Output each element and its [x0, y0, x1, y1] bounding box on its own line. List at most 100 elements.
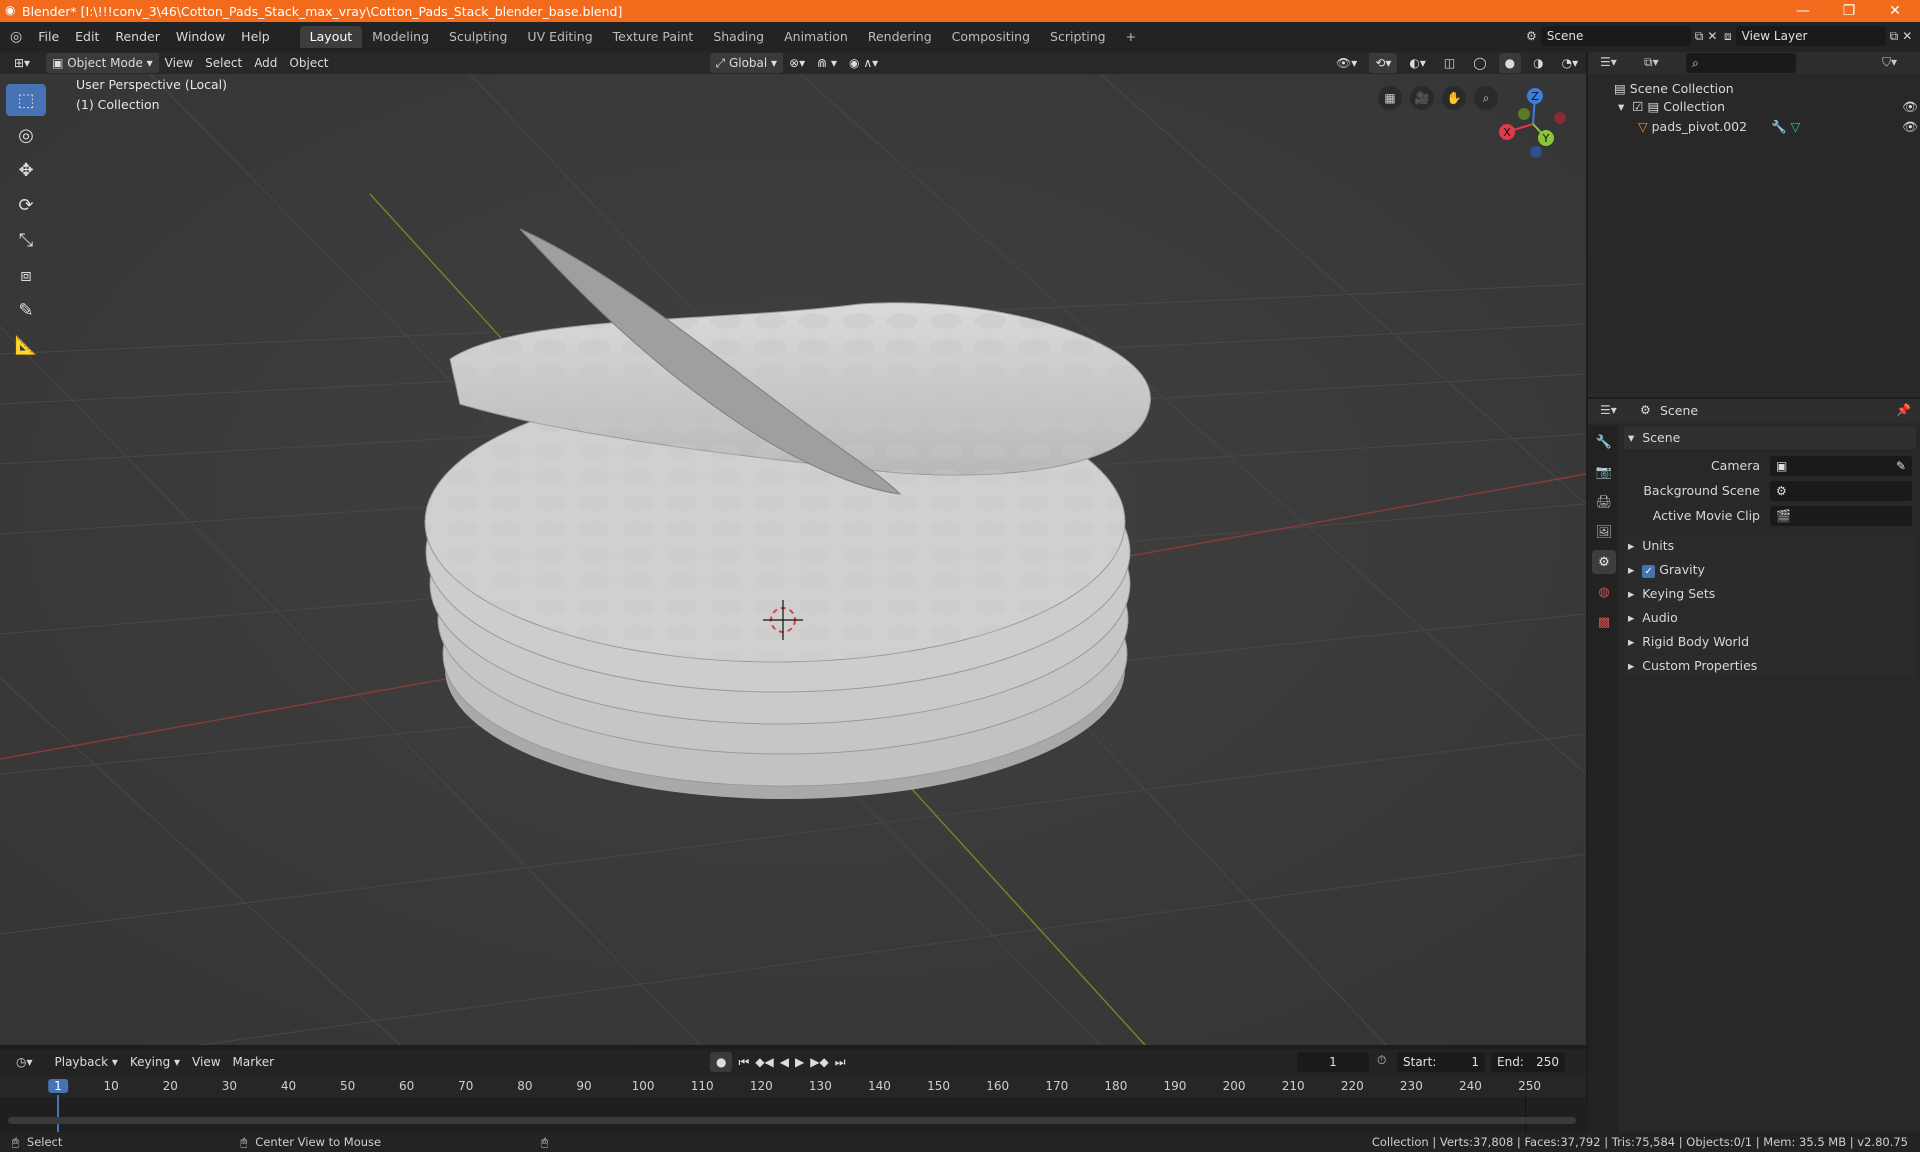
timeline-editor-type-icon[interactable]: ◷▾: [10, 1052, 39, 1072]
pivot-icon[interactable]: ⊗▾: [783, 53, 811, 73]
start-frame-field[interactable]: Start: 1: [1397, 1052, 1485, 1072]
camera-view-icon[interactable]: 🎥: [1410, 86, 1434, 110]
proportional-icon[interactable]: ◉ ∧▾: [843, 53, 884, 73]
playhead[interactable]: [57, 1095, 59, 1133]
filter-icon[interactable]: ⛉▾: [1882, 55, 1897, 70]
xray-icon[interactable]: ◫: [1438, 53, 1461, 73]
object-visibility-eye-icon[interactable]: 👁: [1902, 116, 1918, 138]
outliner-collection-row[interactable]: ▾ ☑ ▤ Collection 👁: [1618, 96, 1918, 118]
record-icon[interactable]: ●: [710, 1052, 733, 1072]
viewlayer-field[interactable]: View Layer: [1735, 26, 1886, 46]
visibility-eye-icon[interactable]: 👁: [1902, 96, 1918, 118]
jump-start-icon[interactable]: ⏮: [738, 1055, 749, 1070]
outliner-editor-type-icon[interactable]: ☰▾: [1600, 55, 1617, 69]
tab-layout[interactable]: Layout: [299, 26, 363, 48]
eyedropper-icon[interactable]: ✎: [1896, 456, 1906, 476]
tab-texture-paint[interactable]: Texture Paint: [603, 26, 704, 48]
units-panel[interactable]: ▸ Units: [1624, 535, 1916, 557]
end-frame-field[interactable]: End: 250: [1491, 1052, 1565, 1072]
select-box-tool-icon[interactable]: ⬚: [6, 84, 46, 116]
tab-animation[interactable]: Animation: [774, 26, 858, 48]
background-scene-field[interactable]: ⚙: [1770, 481, 1912, 501]
minimize-button[interactable]: —: [1780, 0, 1826, 22]
orientation-dropdown[interactable]: ⤢ Global ▾: [709, 53, 784, 73]
play-icon[interactable]: ▶: [795, 1055, 804, 1069]
scene-selector-icon[interactable]: ⚙: [1526, 29, 1537, 43]
menu-view[interactable]: View: [159, 53, 199, 73]
next-keyframe-icon[interactable]: ▶◆: [810, 1055, 828, 1069]
menu-render[interactable]: Render: [107, 26, 168, 48]
viewlayer-selector-icon[interactable]: ⧈: [1724, 29, 1732, 44]
tab-shading[interactable]: Shading: [703, 26, 774, 48]
toggle-grid-icon[interactable]: ▦: [1378, 86, 1402, 110]
jump-end-icon[interactable]: ⏭: [835, 1055, 846, 1070]
menu-add[interactable]: Add: [248, 53, 283, 73]
marker-menu[interactable]: Marker: [227, 1052, 280, 1072]
pin-icon[interactable]: 📌: [1896, 403, 1911, 417]
timeline-view-menu[interactable]: View: [186, 1052, 226, 1072]
delete-scene-icon[interactable]: ✕: [1707, 29, 1717, 43]
properties-editor-type-icon[interactable]: ☰▾: [1600, 403, 1617, 417]
gravity-panel[interactable]: ▸ ✓ Gravity: [1624, 559, 1916, 581]
cursor-tool-icon[interactable]: ◎: [6, 119, 46, 151]
prev-keyframe-icon[interactable]: ◆◀: [755, 1055, 773, 1069]
active-movie-clip-field[interactable]: 🎬: [1770, 506, 1912, 526]
3d-viewport[interactable]: User Perspective (Local) (1) Collection …: [0, 74, 1586, 1045]
tab-sculpting[interactable]: Sculpting: [439, 26, 517, 48]
current-frame-field[interactable]: 1: [1297, 1052, 1369, 1072]
tool-props-icon[interactable]: 🔧: [1592, 430, 1616, 454]
material-shading-icon[interactable]: ◑: [1527, 53, 1549, 73]
blender-menu-icon[interactable]: ◎: [10, 29, 22, 45]
menu-help[interactable]: Help: [233, 26, 278, 48]
navigation-gizmo[interactable]: Z X Y: [1490, 84, 1570, 164]
rendered-shading-icon[interactable]: ◔▾: [1556, 53, 1585, 73]
custom-properties-panel[interactable]: ▸ Custom Properties: [1624, 655, 1916, 677]
snap-icon[interactable]: ⋒ ▾: [811, 53, 843, 73]
tab-uv-editing[interactable]: UV Editing: [517, 26, 602, 48]
annotate-tool-icon[interactable]: ✎: [6, 294, 46, 326]
menu-select[interactable]: Select: [199, 53, 248, 73]
outliner-object-row[interactable]: ▽ pads_pivot.002 🔧 ▽ 👁: [1638, 116, 1918, 138]
playback-menu[interactable]: Playback ▾: [49, 1052, 124, 1072]
menu-file[interactable]: File: [30, 26, 67, 48]
world-props-icon[interactable]: ◍: [1592, 580, 1616, 604]
clock-icon[interactable]: ⏱: [1377, 1053, 1386, 1068]
scene-field[interactable]: Scene: [1540, 26, 1691, 46]
scene-panel-header[interactable]: ▾ Scene: [1624, 427, 1916, 449]
delete-viewlayer-icon[interactable]: ✕: [1902, 29, 1912, 43]
pan-hand-icon[interactable]: ✋: [1442, 86, 1466, 110]
overlay-toggle-icon[interactable]: ◐▾: [1403, 53, 1432, 73]
maximize-button[interactable]: ❐: [1826, 0, 1872, 22]
rigid-body-world-panel[interactable]: ▸ Rigid Body World: [1624, 631, 1916, 653]
editor-type-icon[interactable]: ⊞▾: [8, 53, 36, 73]
audio-panel[interactable]: ▸ Audio: [1624, 607, 1916, 629]
tab-rendering[interactable]: Rendering: [858, 26, 942, 48]
outliner-search-input[interactable]: ⌕: [1686, 53, 1796, 73]
timeline-area[interactable]: 1 10 20 30 40 50 60 70 80 90 100 110 120 130 140 150 160…: [0, 1075, 1586, 1133]
mesh-data-icon[interactable]: ▽: [1791, 119, 1801, 134]
keying-menu[interactable]: Keying ▾: [124, 1052, 186, 1072]
frame-ruler[interactable]: 1 10 20 30 40 50 60 70 80 90 100 110 120 130 140 150 160…: [0, 1075, 1586, 1097]
menu-edit[interactable]: Edit: [67, 26, 107, 48]
wireframe-shading-icon[interactable]: ◯: [1467, 53, 1492, 73]
new-viewlayer-icon[interactable]: ⧉: [1890, 29, 1899, 44]
rotate-tool-icon[interactable]: ⟳: [6, 189, 46, 221]
visibility-icon[interactable]: 👁▾: [1330, 53, 1363, 73]
keying-sets-panel[interactable]: ▸ Keying Sets: [1624, 583, 1916, 605]
add-workspace-icon[interactable]: +: [1116, 26, 1146, 48]
close-button[interactable]: ✕: [1872, 0, 1918, 22]
menu-object[interactable]: Object: [283, 53, 334, 73]
solid-shading-icon[interactable]: ●: [1498, 53, 1522, 73]
menu-window[interactable]: Window: [168, 26, 233, 48]
mode-dropdown[interactable]: ▣ Object Mode ▾: [46, 53, 159, 73]
texture-props-icon[interactable]: ▩: [1592, 610, 1616, 634]
transform-tool-icon[interactable]: ⧈: [6, 259, 46, 291]
camera-field[interactable]: ▣ ✎: [1770, 456, 1912, 476]
checkbox-icon[interactable]: ☑: [1632, 99, 1643, 114]
timeline-scrollbar[interactable]: [8, 1117, 1576, 1124]
tab-scripting[interactable]: Scripting: [1040, 26, 1116, 48]
play-reverse-icon[interactable]: ◀: [780, 1055, 789, 1069]
measure-tool-icon[interactable]: 📐: [6, 329, 46, 361]
expand-arrow-icon[interactable]: ▾: [1618, 99, 1624, 114]
scene-props-icon[interactable]: ⚙: [1592, 550, 1616, 574]
